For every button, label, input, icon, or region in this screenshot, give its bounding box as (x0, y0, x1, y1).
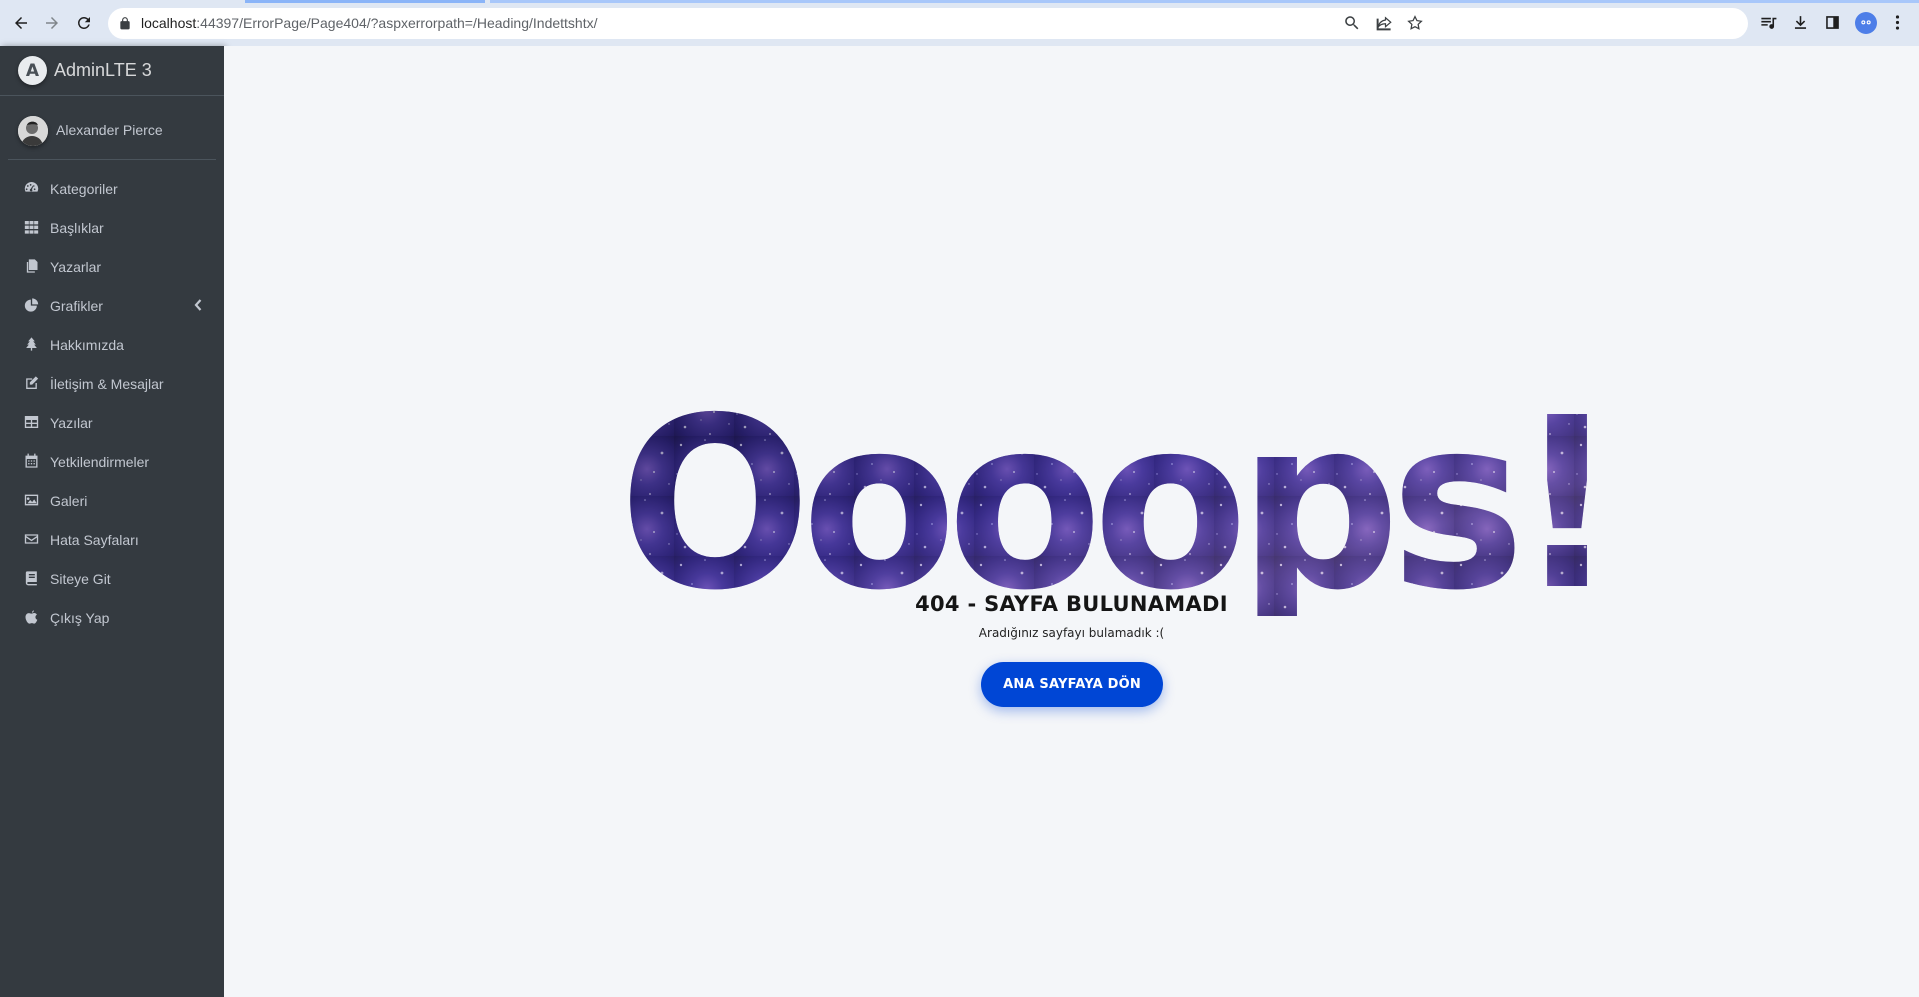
user-panel: Alexander Pierce (8, 102, 216, 160)
side-panel-button[interactable] (1823, 13, 1843, 33)
user-name[interactable]: Alexander Pierce (56, 122, 163, 138)
sidebar-item-label: İletişim & Mesajlar (50, 376, 164, 392)
sidebar-item-label: Siteye Git (50, 571, 111, 587)
tachometer-icon (23, 180, 41, 196)
galaxy-text-graphic: Oooops! Oooops! (619, 367, 1619, 642)
sidebar-item-kategoriler[interactable]: Kategoriler (8, 169, 216, 208)
sidebar-item-label: Yetkilendirmeler (50, 454, 150, 470)
zoom-button[interactable] (1343, 14, 1363, 34)
share-button[interactable] (1375, 14, 1395, 34)
apple-icon (23, 609, 41, 625)
th-icon (23, 219, 41, 235)
reload-icon (77, 16, 90, 29)
side-panel-icon (1826, 16, 1839, 29)
edit-icon (23, 375, 41, 391)
sidebar-item-siteye-git[interactable]: Siteye Git (8, 559, 216, 598)
sidebar-item-hakkimizda[interactable]: Hakkımızda (8, 325, 216, 364)
url-text: localhost:44397/ErrorPage/Page404/?aspxe… (141, 15, 597, 31)
brand-logo: A (18, 56, 47, 85)
sidebar-item-label: Yazarlar (50, 259, 102, 275)
sidebar-item-label: Çıkış Yap (50, 610, 110, 626)
arrow-right-icon (46, 17, 58, 29)
browser-toolbar: localhost:44397/ErrorPage/Page404/?aspxe… (0, 0, 1919, 46)
sidebar-item-grafikler[interactable]: Grafikler (8, 286, 216, 325)
sidebar-item-basliklar[interactable]: Başlıklar (8, 208, 216, 247)
tree-icon (23, 336, 41, 352)
lock-icon (120, 17, 130, 30)
sidebar-item-label: Başlıklar (50, 220, 104, 236)
sidebar-item-iletisim[interactable]: İletişim & Mesajlar (8, 364, 216, 403)
content-wrapper: Oooops! Oooops! 404 - SAYFA BULUNAMADI A… (224, 46, 1919, 997)
downloads-button[interactable] (1791, 13, 1811, 33)
share-icon (1376, 16, 1392, 31)
brand-link[interactable]: A AdminLTE 3 (0, 46, 224, 96)
back-button[interactable] (5, 7, 37, 39)
sidebar-item-yazarlar[interactable]: Yazarlar (8, 247, 216, 286)
sidebar-menu: Kategoriler Başlıklar Yazarlar Grafikler… (8, 169, 216, 637)
envelope-icon (23, 531, 41, 547)
reading-list-button[interactable] (1759, 13, 1779, 33)
profile-avatar[interactable] (1855, 12, 1877, 34)
sidebar-item-label: Kategoriler (50, 181, 118, 197)
user-photo-icon (18, 116, 48, 146)
sidebar-item-label: Hata Sayfaları (50, 532, 139, 548)
book-icon (23, 570, 41, 586)
more-vert-icon (1895, 15, 1900, 30)
sidebar-item-label: Yazılar (50, 415, 93, 431)
main-sidebar: A AdminLTE 3 Alexander Pierce Kategorile… (0, 46, 224, 997)
oops-headline: Oooops! Oooops! (614, 367, 1619, 642)
image-icon (23, 492, 41, 508)
chart-pie-icon (23, 297, 41, 313)
reload-button[interactable] (68, 7, 100, 39)
star-icon (1407, 15, 1423, 30)
home-button[interactable]: ANA SAYFAYA DÖN (981, 662, 1163, 707)
error-subtitle: Aradığınız sayfayı bulamadık :( (978, 626, 1165, 640)
oops-text-stars: Oooops! (619, 376, 1609, 616)
sidebar-item-label: Grafikler (50, 298, 103, 314)
sidebar-item-label: Hakkımızda (50, 337, 124, 353)
sidebar-item-galeri[interactable]: Galeri (8, 481, 216, 520)
sidebar-item-cikis-yap[interactable]: Çıkış Yap (8, 598, 216, 637)
media-list-icon (1761, 17, 1777, 29)
copy-icon (23, 258, 41, 274)
profile-icon (1861, 20, 1871, 25)
url-path: :44397/ErrorPage/Page404/?aspxerrorpath=… (196, 15, 598, 31)
zoom-icon (1345, 16, 1359, 30)
sidebar-item-yazilar[interactable]: Yazılar (8, 403, 216, 442)
brand-logo-letter: A (25, 60, 40, 81)
browser-menu-button[interactable] (1888, 13, 1908, 33)
table-icon (23, 414, 41, 430)
bookmark-button[interactable] (1406, 14, 1426, 34)
url-host: localhost (141, 15, 197, 31)
sidebar-item-yetkilendirmeler[interactable]: Yetkilendirmeler (8, 442, 216, 481)
arrow-left-icon (15, 17, 27, 29)
error-title: 404 - SAYFA BULUNAMADI (915, 592, 1228, 616)
sidebar-item-label: Galeri (50, 493, 88, 509)
forward-button[interactable] (36, 7, 68, 39)
sidebar-item-hata-sayfalari[interactable]: Hata Sayfaları (8, 520, 216, 559)
brand-text: AdminLTE 3 (54, 60, 152, 80)
avatar[interactable] (18, 116, 48, 146)
address-bar[interactable]: localhost:44397/ErrorPage/Page404/?aspxe… (108, 8, 1748, 39)
download-icon (1794, 16, 1807, 29)
calendar-icon (23, 453, 41, 469)
chevron-left-icon (193, 298, 203, 312)
